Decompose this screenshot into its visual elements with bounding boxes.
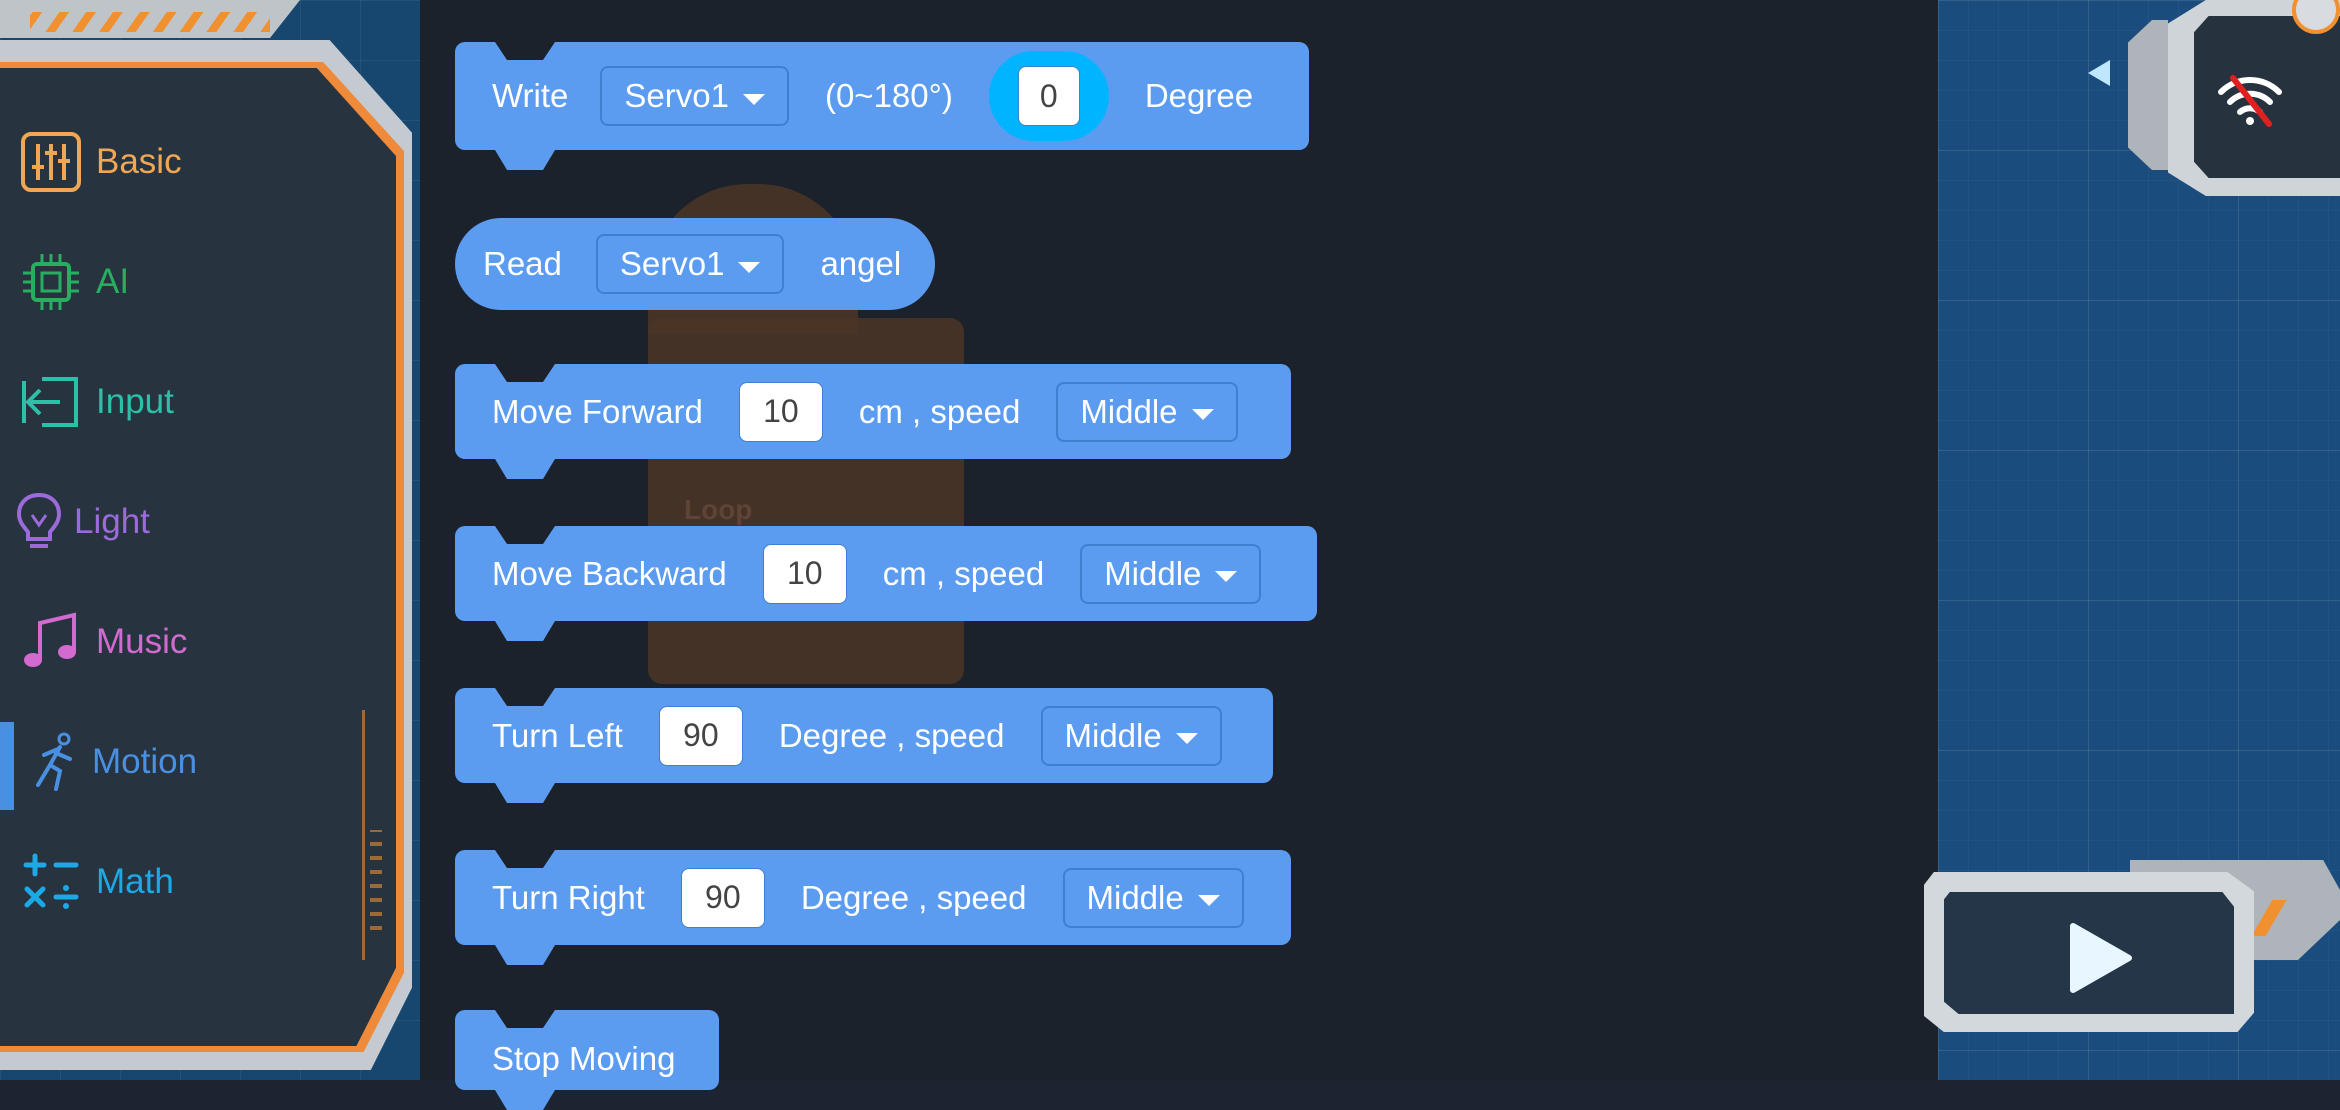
input-arrow-icon [16, 367, 86, 437]
status-panel-deco [2128, 20, 2168, 170]
music-note-icon [16, 607, 86, 677]
category-music[interactable]: Music [0, 592, 380, 692]
degree-input-highlight: 0 [988, 51, 1109, 141]
category-label: Music [96, 622, 188, 661]
caret-down-icon [1215, 571, 1238, 582]
category-label: Motion [92, 742, 198, 781]
category-label: Basic [96, 142, 182, 181]
write-servo-block[interactable]: Write Servo1 (0~180°) 0 Degree [455, 42, 1309, 150]
block-label: Stop Moving [492, 1040, 676, 1077]
lightbulb-icon [4, 487, 74, 557]
speed-select[interactable]: Middle [1040, 705, 1222, 766]
category-motion[interactable]: Motion [0, 712, 380, 812]
unit-label: Degree , speed [778, 716, 1005, 754]
caret-down-icon [1191, 409, 1214, 420]
servo-select-value: Servo1 [624, 77, 729, 114]
unit-label: cm , speed [858, 392, 1021, 430]
category-input[interactable]: Input [0, 352, 380, 452]
unit-label: Degree , speed [800, 878, 1027, 916]
angle-input[interactable]: 90 [680, 867, 765, 928]
block-label: Turn Left [492, 716, 623, 754]
speed-select[interactable]: Middle [1056, 381, 1238, 442]
speed-select-value: Middle [1086, 878, 1184, 916]
category-panel: Basic AI Input Light Music Motion Math [0, 0, 420, 1080]
block-label: Write [492, 77, 569, 114]
category-basic[interactable]: Basic [0, 112, 380, 212]
sliders-icon [16, 127, 86, 197]
wifi-off-icon[interactable] [2210, 60, 2290, 140]
servo-select[interactable]: Servo1 [595, 234, 785, 294]
category-label: Light [74, 502, 150, 541]
unit-label: cm , speed [882, 554, 1045, 592]
caret-down-icon [742, 93, 765, 105]
speed-select-value: Middle [1064, 716, 1162, 754]
servo-select-value: Servo1 [619, 245, 725, 282]
category-math[interactable]: Math [0, 832, 380, 932]
category-light[interactable]: Light [0, 472, 380, 572]
move-forward-block[interactable]: Move Forward 10 cm , speed Middle [455, 364, 1291, 459]
caret-down-icon [1175, 733, 1198, 744]
turn-right-block[interactable]: Turn Right 90 Degree , speed Middle [455, 850, 1291, 945]
caret-down-icon [1197, 895, 1220, 906]
move-backward-block[interactable]: Move Backward 10 cm , speed Middle [455, 526, 1317, 621]
distance-input[interactable]: 10 [762, 543, 847, 604]
running-person-icon [20, 727, 90, 797]
block-label: Read [483, 245, 562, 282]
speed-select[interactable]: Middle [1062, 867, 1244, 928]
stop-moving-block[interactable]: Stop Moving [455, 1010, 719, 1090]
category-label: AI [96, 262, 130, 301]
speed-select-value: Middle [1104, 554, 1202, 592]
ghost-block-label: Loop [684, 494, 753, 525]
block-label: Move Forward [492, 392, 703, 430]
read-servo-block[interactable]: Read Servo1 angel [455, 218, 935, 310]
block-label: Turn Right [492, 878, 645, 916]
turn-left-block[interactable]: Turn Left 90 Degree , speed Middle [455, 688, 1273, 783]
suffix-label: angel [820, 245, 902, 282]
block-label: Move Backward [492, 554, 727, 592]
angle-input[interactable]: 90 [658, 705, 743, 766]
unit-label: Degree [1144, 77, 1254, 114]
play-icon[interactable] [2050, 914, 2150, 1002]
degree-input[interactable]: 0 [1017, 66, 1080, 126]
servo-select[interactable]: Servo1 [600, 66, 789, 126]
category-ai[interactable]: AI [0, 232, 380, 332]
category-label: Math [96, 862, 174, 901]
speed-select-value: Middle [1080, 392, 1178, 430]
distance-input[interactable]: 10 [738, 381, 823, 442]
category-label: Input [96, 382, 174, 421]
speed-select[interactable]: Middle [1080, 543, 1262, 604]
caret-down-icon [738, 261, 761, 273]
chip-icon [16, 247, 86, 317]
panel-hazard-stripes [30, 12, 270, 32]
range-label: (0~180°) [824, 77, 953, 114]
math-operators-icon [16, 847, 86, 917]
triangle-left-icon[interactable] [2088, 60, 2110, 86]
